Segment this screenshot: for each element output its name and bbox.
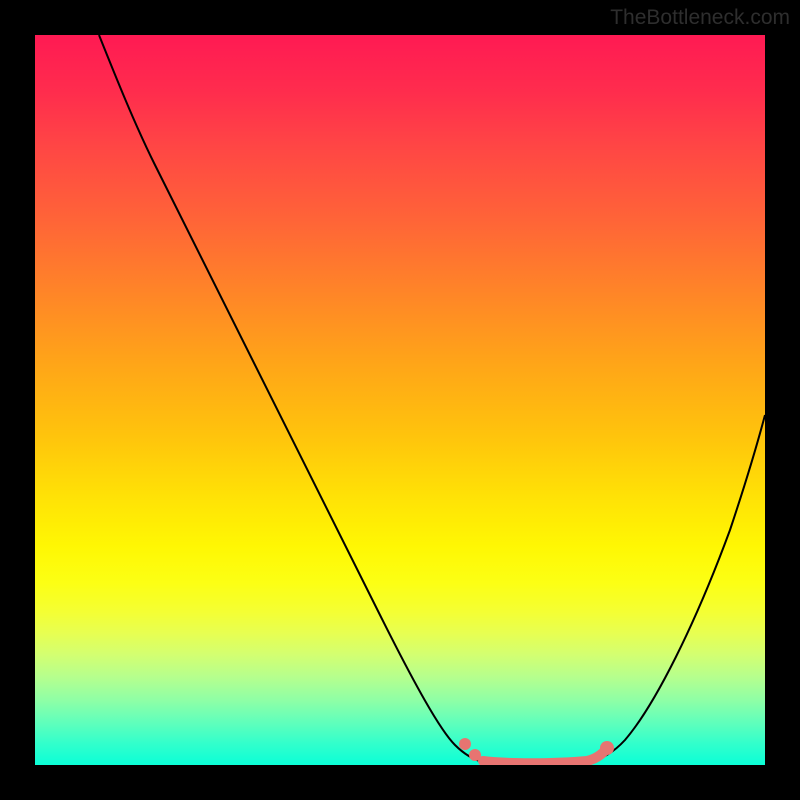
plot-area <box>35 35 765 765</box>
optimal-zone-marker <box>483 748 607 763</box>
chart-curves <box>35 35 765 765</box>
right-curve <box>588 415 765 762</box>
marker-dot-right <box>600 741 614 755</box>
marker-dot-left-upper <box>459 738 471 750</box>
left-curve <box>99 35 483 762</box>
attribution-text: TheBottleneck.com <box>610 6 790 30</box>
